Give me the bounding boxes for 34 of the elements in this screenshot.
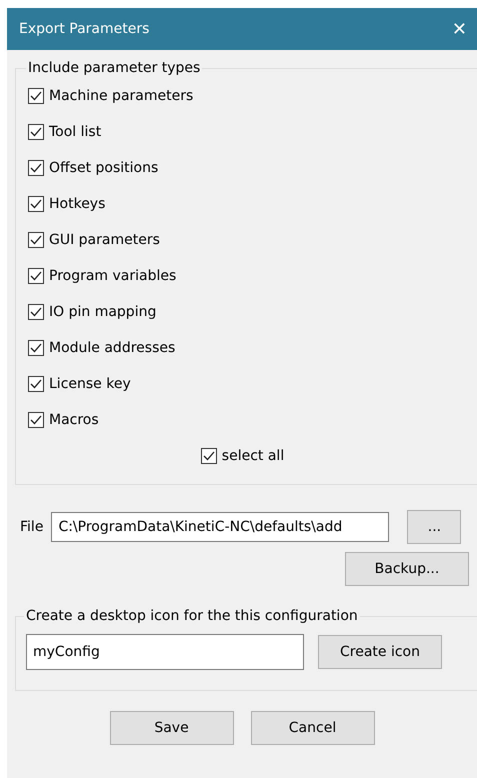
checkbox[interactable] [28, 88, 44, 104]
file-label: File [20, 519, 44, 535]
checkbox[interactable] [28, 376, 44, 392]
checkbox[interactable] [28, 124, 44, 140]
checkbox[interactable] [28, 340, 44, 356]
close-button[interactable]: ✕ [448, 18, 471, 40]
checkbox[interactable] [28, 412, 44, 428]
dialog-button[interactable]: Cancel [250, 711, 374, 745]
checkbox-label: Program variables [49, 268, 176, 284]
file-path-field[interactable]: C:\ProgramData\KinetiC-NC\defaults\add [51, 512, 390, 542]
checkbox-label: IO pin mapping [49, 304, 156, 320]
checkbox-label: Offset positions [49, 160, 158, 176]
create-icon-button[interactable]: Create icon [318, 635, 442, 669]
checkbox-label: Module addresses [49, 340, 176, 356]
group-title: Create a desktop icon for the this configuration [25, 608, 359, 624]
checkbox[interactable] [200, 448, 217, 464]
checkbox-label: Macros [49, 412, 99, 428]
backup-button[interactable]: Backup... [345, 552, 469, 586]
checkbox[interactable] [28, 268, 44, 284]
group-title: Include parameter types [27, 60, 202, 76]
checkbox-label: License key [49, 376, 131, 392]
checkbox-label: Tool list [49, 124, 102, 140]
checkbox[interactable] [28, 196, 44, 212]
config-name-field[interactable]: myConfig [26, 634, 304, 670]
window-title: Export Parameters [19, 21, 150, 37]
dialog-button[interactable]: Save [110, 711, 234, 745]
checkbox-label: GUI parameters [49, 232, 160, 248]
checkbox[interactable] [28, 160, 44, 176]
checkbox[interactable] [28, 232, 44, 248]
browse-button[interactable]: ... [407, 510, 462, 544]
checkbox-label: select all [222, 448, 284, 464]
checkbox[interactable] [28, 304, 44, 320]
checkbox-label: Hotkeys [49, 196, 106, 212]
checkbox-label: Machine parameters [49, 88, 194, 104]
